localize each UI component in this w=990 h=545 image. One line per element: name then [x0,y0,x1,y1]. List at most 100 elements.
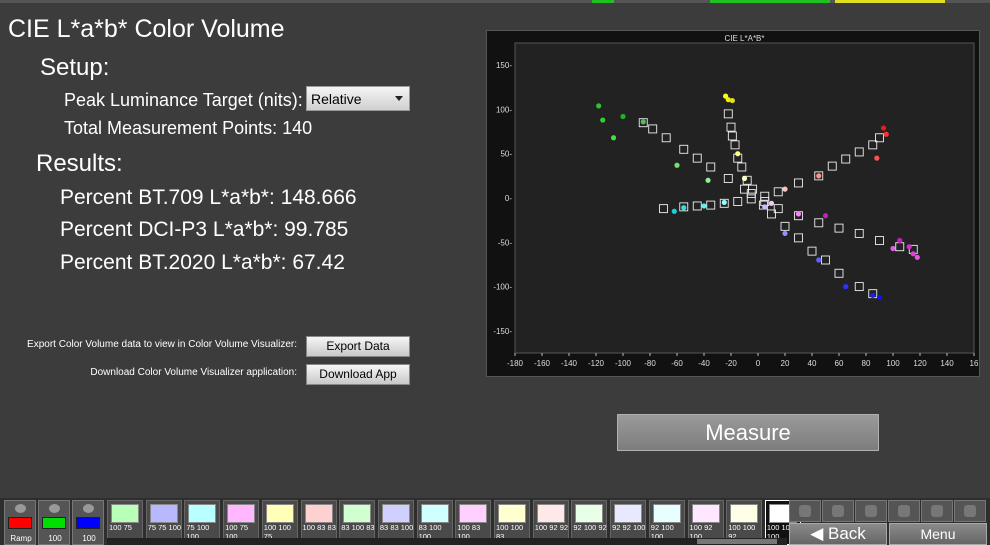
x-tick-label: -120 [588,359,605,368]
measured-point [870,292,876,299]
lab-chart-panel: CIE L*A*B* -180 -160 -140 -120 -100 -80 -60 -40-… [486,30,980,377]
ramp-color [8,517,32,529]
peak-luminance-select[interactable]: Relative [306,86,410,111]
measure-button[interactable]: Measure [617,414,879,451]
y-tick-label: 150- [496,61,512,70]
download-description: Download Color Volume Visualizer applica… [90,367,297,378]
result-bt2020: Percent BT.2020 L*a*b*: 67.42 [60,251,345,274]
ramp-label: 100 [82,534,96,543]
swatch-label: 100 75 [109,523,132,532]
refresh-icon [931,505,943,517]
ramp-color [42,517,66,529]
stop-control[interactable] [789,500,821,522]
measured-point [910,251,916,257]
chevron-up-icon [15,504,26,513]
swatch-color [614,504,643,523]
ramp-button-2[interactable]: 100 [72,500,104,545]
measured-point [880,125,887,131]
power-control[interactable] [954,500,986,522]
measured-point [782,186,788,192]
y-tick-label: -150- [493,327,512,336]
top-status-strip [0,0,990,3]
measured-point [876,294,883,300]
x-tick-label: 0 [756,359,761,368]
measured-point [729,97,735,104]
chevron-up-icon [83,504,94,513]
swatch-color [149,504,178,523]
measured-point [816,257,822,263]
x-tick-label: 20 [781,359,790,368]
y-tick-label: -100- [493,283,512,292]
results-heading: Results: [36,150,123,177]
measured-point [822,213,829,219]
swatch-color [498,504,526,523]
x-tick-label: 100 [886,359,900,368]
scrollbar-thumb[interactable] [697,539,777,544]
swatch-color [188,504,217,523]
measured-point [890,245,896,252]
measured-point [674,162,680,168]
swatch-color [381,504,410,523]
setup-heading: Setup: [40,54,110,81]
swatch-label: 83 100 83 [341,523,375,532]
back-arrow-icon: ◀ [810,524,828,543]
ramp-button-1[interactable]: 100 [38,500,70,545]
measured-point [671,208,677,214]
ramp-button-0[interactable]: Ramp [4,500,36,545]
loop-control[interactable] [888,500,920,522]
measured-point [874,155,880,161]
measured-point [768,200,775,206]
refresh-control[interactable] [921,500,953,522]
peak-luminance-value: Relative [311,91,362,107]
swatch-color [730,504,759,523]
back-button[interactable]: ◀ Back [789,523,887,545]
play-control[interactable] [822,500,854,522]
measured-point [795,211,802,217]
x-tick-label: -20 [725,359,737,368]
x-tick-label: -80 [644,359,656,368]
x-tick-label: -140 [561,359,578,368]
swatch-color [265,504,294,523]
swatch-scrollbar[interactable] [107,538,787,545]
swatch-label: 75 75 100 [147,523,182,532]
back-label: Back [828,524,866,543]
download-app-button[interactable]: Download App [306,364,410,385]
swatch-color [227,504,256,523]
measured-point [735,151,741,157]
x-tick-label: -100 [615,359,632,368]
swatch-color [575,504,604,523]
measured-point [705,177,711,183]
x-tick-label: 80 [862,359,871,368]
swatch-label: 92 100 92 [573,523,607,532]
measured-point [701,203,707,209]
swatch-label: 100 83 83 [302,523,336,532]
save-control[interactable] [855,500,887,522]
ramp-color [76,517,100,529]
measured-point [906,244,912,250]
measured-point [620,113,626,120]
peak-luminance-label: Peak Luminance Target (nits): [64,90,303,110]
measured-point [914,254,920,260]
measured-point [596,103,602,109]
y-tick-label: 50- [500,150,512,159]
menu-button[interactable]: Menu [889,523,987,545]
x-tick-label: -160 [534,359,551,368]
x-tick-label: 140 [940,359,954,368]
x-tick-label: -180 [507,359,524,368]
swatch-label: 83 83 100 [379,523,414,532]
ramp-label: Ramp [10,534,32,543]
ramp-label: 100 [48,534,62,543]
swatch-label: 92 92 100 [612,523,646,532]
swatch-color [111,504,139,523]
measured-point [782,230,788,237]
export-data-button[interactable]: Export Data [306,336,410,357]
measured-point [640,119,646,125]
x-tick-label: 16 [970,359,979,368]
chevron-up-icon [49,504,60,513]
x-tick-label: -40 [698,359,710,368]
y-tick-label: -50- [498,238,513,247]
x-tick-label: 40 [808,359,817,368]
play-icon [832,505,844,517]
plot-area [514,42,975,354]
measured-point [897,237,903,244]
